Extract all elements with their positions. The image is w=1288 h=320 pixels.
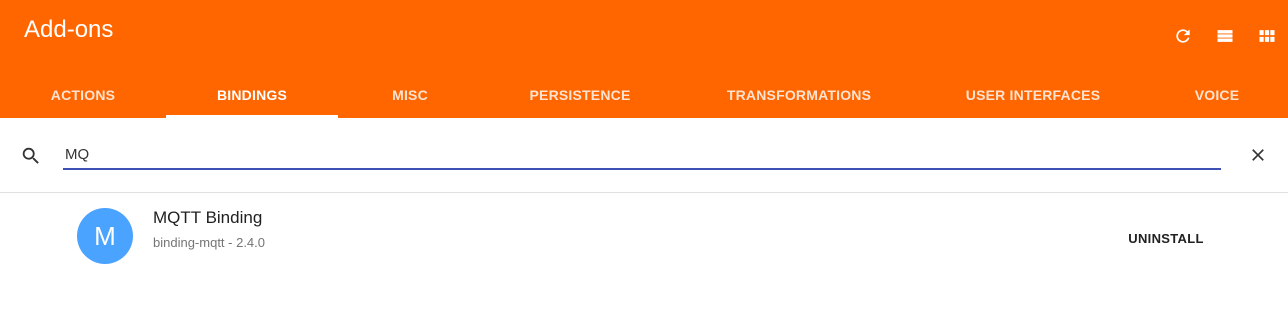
refresh-icon: [1176, 29, 1190, 43]
tab-user-interfaces[interactable]: USER INTERFACES: [920, 72, 1146, 118]
grid-view-icon: [1259, 30, 1275, 42]
tab-transformations[interactable]: TRANSFORMATIONS: [678, 72, 920, 118]
tab-voice[interactable]: VOICE: [1146, 72, 1288, 118]
search-bar: [0, 118, 1288, 193]
tab-actions[interactable]: ACTIONS: [0, 72, 166, 118]
grid-view-button[interactable]: [1246, 22, 1288, 50]
tab-persistence[interactable]: PERSISTENCE: [482, 72, 678, 118]
tab-bar: ACTIONS BINDINGS MISC PERSISTENCE TRANSF…: [0, 72, 1288, 118]
refresh-button[interactable]: [1162, 22, 1204, 50]
list-item: M MQTT Binding binding-mqtt - 2.4.0 UNIN…: [0, 194, 1288, 280]
page-title: Add-ons: [24, 16, 114, 43]
avatar: M: [77, 208, 133, 264]
search-icon: [22, 147, 39, 164]
uninstall-button[interactable]: UNINSTALL: [1112, 224, 1220, 252]
addon-subtitle: binding-mqtt - 2.4.0: [153, 235, 266, 250]
close-icon[interactable]: [1248, 145, 1268, 165]
search-input[interactable]: [63, 140, 1221, 170]
tab-misc[interactable]: MISC: [338, 72, 482, 118]
list-view-icon: [1217, 30, 1233, 42]
app-bar: Add-ons ACTIONS BINDINGS MISC PERSISTENC…: [0, 0, 1288, 118]
tab-bindings[interactable]: BINDINGS: [166, 72, 338, 118]
list-view-button[interactable]: [1204, 22, 1246, 50]
toolbar-actions: [1162, 22, 1288, 50]
addon-title: MQTT Binding: [153, 208, 263, 227]
